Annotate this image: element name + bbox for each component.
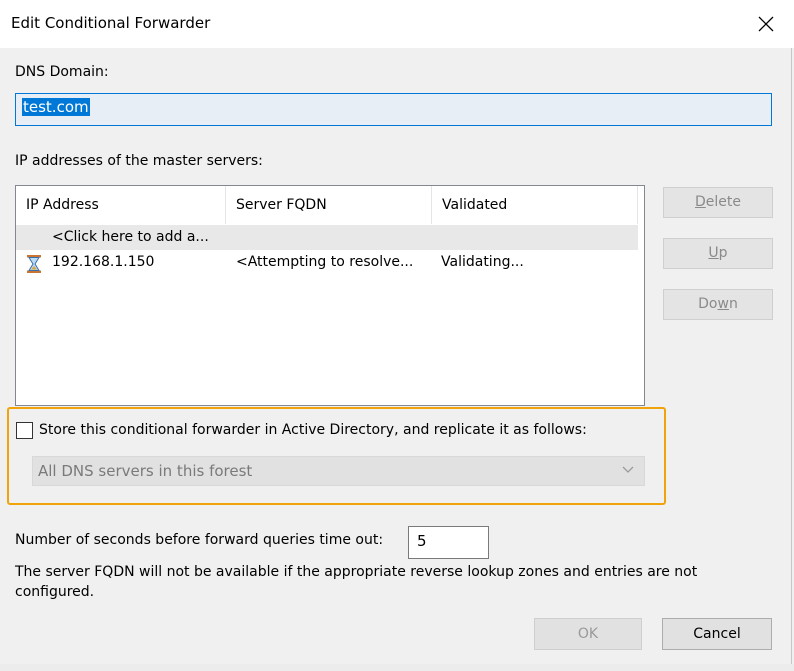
- server-ip: 192.168.1.150: [52, 254, 155, 270]
- delete-label-mnemonic: D: [695, 194, 706, 210]
- ad-store-checkbox[interactable]: [16, 422, 33, 439]
- column-header-fqdn[interactable]: Server FQDN: [226, 186, 432, 224]
- up-label-rest: p: [718, 245, 728, 261]
- up-button[interactable]: Up: [663, 238, 773, 269]
- server-validated: Validating...: [441, 254, 524, 270]
- dns-domain-label: DNS Domain:: [15, 64, 109, 80]
- down-button[interactable]: Down: [663, 289, 773, 320]
- down-label-rest: n: [728, 296, 738, 312]
- close-button[interactable]: [748, 6, 784, 42]
- master-servers-label: IP addresses of the master servers:: [15, 153, 263, 169]
- ok-button[interactable]: OK: [534, 618, 642, 650]
- down-label-mnemonic: w: [717, 296, 729, 312]
- master-servers-list[interactable]: IP Address Server FQDN Validated <Click …: [15, 185, 645, 406]
- delete-label-rest: elete: [705, 194, 741, 210]
- cancel-button[interactable]: Cancel: [662, 618, 772, 650]
- window-title: Edit Conditional Forwarder: [11, 14, 211, 32]
- timeout-label: Number of seconds before forward queries…: [15, 532, 384, 548]
- add-server-text: <Click here to add a...: [52, 229, 209, 245]
- delete-button[interactable]: Delete: [663, 187, 773, 218]
- dns-domain-input[interactable]: test.com: [15, 93, 772, 126]
- add-server-row[interactable]: <Click here to add a...: [16, 225, 638, 250]
- replication-scope-value: All DNS servers in this forest: [38, 462, 253, 480]
- list-header: IP Address Server FQDN Validated: [16, 186, 638, 224]
- server-fqdn: <Attempting to resolve...: [236, 254, 414, 270]
- table-row[interactable]: 192.168.1.150 <Attempting to resolve... …: [16, 250, 638, 275]
- ad-store-checkbox-label[interactable]: Store this conditional forwarder in Acti…: [39, 422, 587, 438]
- chevron-down-icon: [622, 466, 634, 473]
- window-border: [791, 48, 792, 671]
- background-window-strip: [0, 664, 794, 671]
- hourglass-icon: [27, 255, 41, 273]
- column-header-ip[interactable]: IP Address: [16, 186, 226, 224]
- timeout-value: 5: [417, 532, 427, 550]
- title-bar: Edit Conditional Forwarder: [0, 0, 794, 48]
- down-label-prefix: Do: [698, 296, 718, 312]
- up-label-mnemonic: U: [708, 245, 719, 261]
- timeout-input[interactable]: 5: [408, 526, 489, 559]
- replication-scope-select[interactable]: All DNS servers in this forest: [32, 456, 645, 486]
- close-icon: [758, 16, 774, 32]
- fqdn-note: The server FQDN will not be available if…: [15, 564, 698, 600]
- column-header-validated[interactable]: Validated: [432, 186, 638, 224]
- dns-domain-value: test.com: [22, 98, 90, 116]
